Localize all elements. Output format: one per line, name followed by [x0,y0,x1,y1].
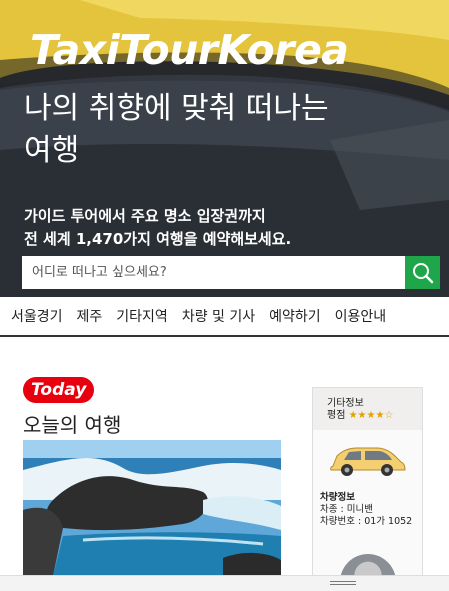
hero-headline: 나의 취향에 맞춰 떠나는 여행 [24,88,424,172]
hero-subline-line2: 전 세계 1,470가지 여행을 예약해보세요. [24,230,292,248]
vehicle-type: 차종 : 미니밴 [320,504,373,515]
nav-item-vehicle-driver[interactable]: 차량 및 기사 [182,306,255,326]
vehicle-info-title: 차량정보 [320,492,355,503]
hero-banner: TaxiTourKorea 나의 취향에 맞춰 떠나는 여행 가이드 투어에서 … [0,0,449,297]
info-label: 기타정보 [327,398,364,409]
rating-label: 평점 [327,410,346,421]
tour-photo[interactable] [23,440,281,576]
nav-item-seoul-gyeonggi[interactable]: 서울경기 [11,306,63,326]
nav-item-jeju[interactable]: 제주 [77,306,103,326]
search-icon [412,262,433,283]
brand-logo-text: TaxiTourKorea [30,26,349,74]
rating: 평점 ★★★★☆ [327,410,393,422]
search-input[interactable] [22,256,405,289]
info-sidebar: 기타정보 평점 ★★★★☆ 차량정보 차종 : 미니밴 차량번호 : 01가 1… [312,387,423,591]
search-button[interactable] [405,256,440,289]
bottom-bar [0,575,449,591]
nav-item-other-regions[interactable]: 기타지역 [116,306,168,326]
drag-handle-icon[interactable] [330,581,356,587]
rating-stars: ★★★★☆ [348,410,394,421]
vehicle-number: 차량번호 : 01가 1052 [320,516,413,527]
hero-subline-line1: 가이드 투어에서 주요 명소 입장권까지 [24,207,266,225]
vehicle-info: 차량정보 차종 : 미니밴 차량번호 : 01가 1052 [320,492,420,528]
hero-headline-line2: 여행 [24,133,80,168]
section-title: 오늘의 여행 [23,413,122,437]
today-badge: Today [23,377,95,403]
car-icon [330,447,406,476]
nav-item-guide[interactable]: 이용안내 [335,306,387,326]
search-bar [22,256,440,289]
hero-subline: 가이드 투어에서 주요 명소 입장권까지 전 세계 1,470가지 여행을 예약… [24,205,424,251]
hero-headline-line1: 나의 취향에 맞춰 떠나는 [24,91,329,126]
nav-item-reservation[interactable]: 예약하기 [269,306,321,326]
main-nav: 서울경기 제주 기타지역 차량 및 기사 예약하기 이용안내 [0,297,449,337]
